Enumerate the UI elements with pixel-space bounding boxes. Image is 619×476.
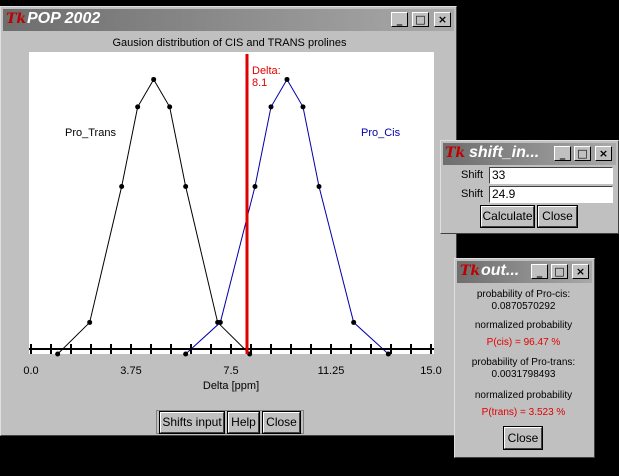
x-tick-label: 11.25	[318, 365, 345, 377]
data-point	[217, 319, 223, 325]
data-point	[351, 319, 357, 325]
normalized-label-trans: normalized probability	[474, 390, 573, 401]
legend-pro-trans: Pro_Trans	[65, 127, 116, 139]
data-point	[167, 104, 173, 110]
help-button[interactable]: Help	[228, 412, 259, 433]
shift-window-title: shift_in...	[469, 144, 540, 161]
data-point	[135, 104, 141, 110]
shifts-input-button[interactable]: Shifts input	[160, 412, 224, 433]
output-window: Tk out... _ □ × probability of Pro-cis: …	[454, 258, 595, 458]
calculate-button[interactable]: Calculate	[481, 206, 534, 227]
tk-logo-icon: Tk	[460, 263, 481, 279]
data-point	[252, 184, 258, 190]
x-tick-label: 7.5	[223, 365, 238, 377]
main-window: Tk POP 2002 _ □ × Gausion distribution o…	[0, 6, 457, 436]
trans-shift-label: Shift	[461, 188, 484, 200]
prob-trans-label: probability of Pro-trans:	[471, 357, 576, 368]
minimize-icon[interactable]: _	[554, 146, 571, 161]
plot-area	[29, 52, 434, 354]
cis-shift-input[interactable]: 33	[489, 167, 613, 184]
legend-pro-cis: Pro_Cis	[361, 127, 401, 139]
shift-input-window: Tk shift_in... _ □ × Shift 33 Shift 24.9…	[440, 140, 619, 234]
trans-shift-input[interactable]: 24.9	[489, 186, 613, 203]
data-point	[316, 184, 322, 190]
chart: 0.0 3.75 7.5 11.25 15.0 Delta: 8.1 Pro_Trans…	[23, 52, 442, 392]
data-point	[55, 351, 61, 357]
shift-titlebar[interactable]: Tk shift_in... _ □ ×	[443, 143, 616, 165]
data-point	[300, 104, 306, 110]
maximize-icon[interactable]: □	[551, 264, 568, 279]
prob-cis-value: 0.0870570292	[491, 301, 556, 312]
minimize-icon[interactable]: _	[531, 264, 548, 279]
shift-close-button[interactable]: Close	[538, 206, 577, 227]
tk-logo-icon: Tk	[445, 145, 466, 161]
close-icon[interactable]: ×	[572, 264, 589, 279]
normalized-label-cis: normalized probability	[474, 320, 573, 331]
data-point	[151, 76, 157, 82]
output-close-button[interactable]: Close	[504, 427, 542, 449]
cis-shift-label: Shift	[461, 169, 484, 181]
delta-value: 8.1	[252, 77, 267, 89]
x-tick-label: 15.0	[420, 365, 441, 377]
data-point	[119, 184, 125, 190]
output-titlebar[interactable]: Tk out... _ □ ×	[457, 261, 592, 283]
data-point	[87, 319, 93, 325]
close-button[interactable]: Close	[263, 412, 300, 433]
prob-trans-value: 0.0031798493	[491, 369, 556, 380]
data-point	[268, 104, 274, 110]
x-axis-label: Delta [ppm]	[203, 380, 259, 392]
data-point	[183, 351, 189, 357]
p-cis-result: P(cis) = 96.47 %	[486, 337, 561, 348]
data-point	[284, 76, 290, 82]
prob-cis-label: probability of Pro-cis:	[476, 289, 571, 300]
close-icon[interactable]: ×	[595, 146, 612, 161]
output-window-title: out...	[481, 262, 520, 279]
delta-label: Delta:	[252, 65, 281, 77]
x-tick-label: 0.0	[23, 365, 38, 377]
data-point	[183, 184, 189, 190]
x-tick-label: 3.75	[120, 365, 141, 377]
p-trans-result: P(trans) = 3.523 %	[481, 407, 566, 418]
maximize-icon[interactable]: □	[574, 146, 591, 161]
